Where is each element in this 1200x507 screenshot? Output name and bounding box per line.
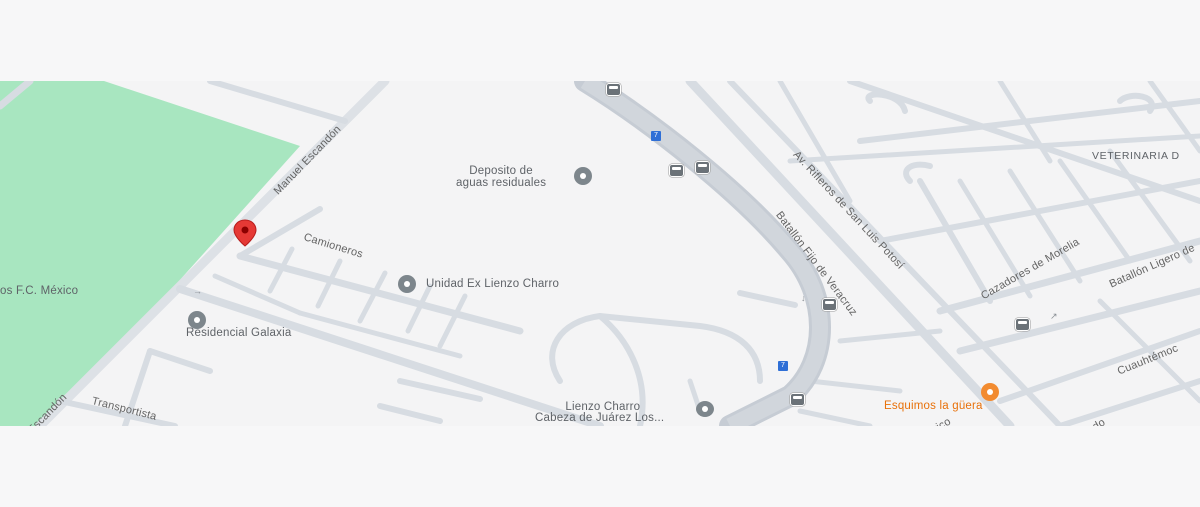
poi-label-galaxia[interactable]: Residencial Galaxia (186, 327, 291, 339)
arrow-down-icon: ↓ (801, 293, 806, 303)
bus-stop-icon[interactable] (790, 393, 805, 406)
school-icon[interactable] (696, 401, 714, 417)
route-shield-icon: 7 (778, 361, 788, 371)
poi-label-unidad[interactable]: Unidad Ex Lienzo Charro (426, 278, 559, 290)
bus-stop-icon[interactable] (606, 83, 621, 96)
park-area (0, 81, 300, 426)
arrow-right-icon: ↗ (1050, 311, 1058, 321)
bus-stop-icon[interactable] (669, 164, 684, 177)
bus-stop-icon[interactable] (1015, 318, 1030, 331)
arrow-right-icon: → (193, 286, 203, 296)
top-band (0, 0, 1200, 81)
poi-label-lienzo[interactable]: Lienzo Charro Cabeza de Juárez Los... (535, 401, 665, 424)
poi-label-deposito-line1: Deposito de (469, 165, 533, 177)
poi-label-deposito[interactable]: Deposito de aguas residuales (456, 165, 546, 189)
map-pin-icon[interactable] (231, 218, 259, 248)
building-icon[interactable] (574, 167, 592, 185)
route-shield-icon: 7 (651, 131, 661, 141)
map-view[interactable]: Manuel Escandón Camioneros Transportista… (0, 81, 1200, 426)
bottom-band (0, 426, 1200, 507)
poi-label-deposito-line2: aguas residuales (456, 177, 547, 189)
map-roads (0, 81, 1200, 426)
poi-label-fc-mexico[interactable]: os F.C. México (0, 285, 78, 297)
food-icon[interactable] (981, 383, 999, 401)
place-icon[interactable] (398, 275, 416, 293)
poi-label-esquimos[interactable]: Esquimos la güera (884, 400, 983, 412)
poi-label-veterinaria[interactable]: VETERINARIA D (1092, 150, 1180, 162)
poi-label-lienzo-line2: Cabeza de Juárez Los... (535, 412, 665, 424)
bus-stop-icon[interactable] (695, 161, 710, 174)
bus-stop-icon[interactable] (822, 298, 837, 311)
